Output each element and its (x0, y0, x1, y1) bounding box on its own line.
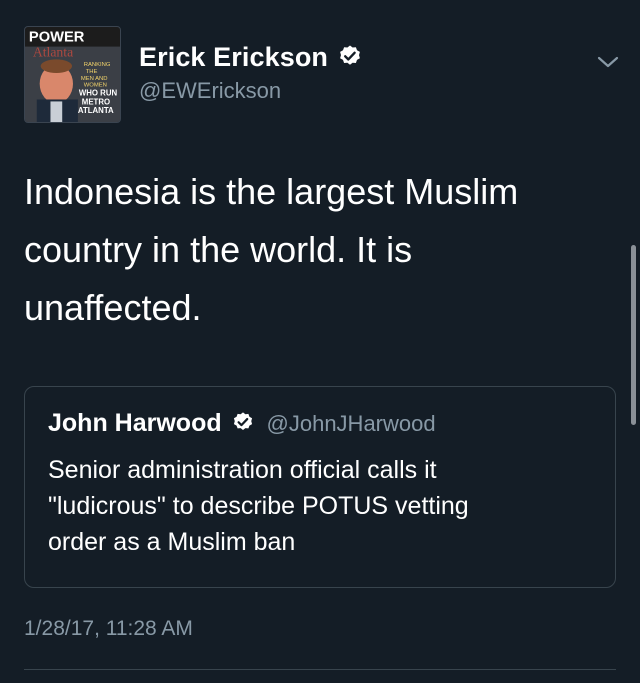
quoted-tweet-card[interactable]: John Harwood @JohnJHarwood Senior admini… (24, 386, 616, 588)
quoted-text-line: "ludicrous" to describe POTUS vetting (48, 492, 469, 520)
verified-badge-icon (233, 412, 253, 430)
scrollbar[interactable] (631, 245, 636, 425)
avatar-line-5: WHO RUN (79, 89, 118, 98)
quoted-text-line: order as a Muslim ban (48, 528, 296, 556)
author-name-row[interactable]: Erick Erickson (139, 42, 362, 73)
divider (24, 669, 616, 670)
quoted-text-line: Senior administration official calls it (48, 456, 437, 484)
avatar-line-3: MEN AND (81, 76, 108, 82)
tweet-text-line: country in the world. It is (24, 229, 413, 270)
avatar[interactable]: POWER Atlanta RANKING THE MEN AND WOMEN … (24, 26, 121, 123)
tweet-text-line: Indonesia is the largest Muslim (24, 171, 519, 212)
avatar-sub: Atlanta (33, 44, 73, 59)
chevron-down-icon[interactable] (596, 52, 620, 72)
author-display-name[interactable]: Erick Erickson (139, 42, 328, 72)
avatar-line-7: ATLANTA (78, 106, 114, 115)
tweet-text: Indonesia is the largest Muslim country … (24, 163, 604, 337)
tweet-text-line: unaffected. (24, 287, 202, 328)
tweet-detail: POWER Atlanta RANKING THE MEN AND WOMEN … (0, 0, 640, 683)
avatar-line-2: THE (86, 69, 98, 75)
verified-badge-icon (340, 45, 361, 65)
quoted-author-row: John Harwood @JohnJHarwood (48, 409, 436, 438)
author-handle[interactable]: @EWErickson (139, 78, 281, 104)
tweet-timestamp[interactable]: 1/28/17, 11:28 AM (24, 617, 193, 641)
quoted-tweet-text: Senior administration official calls it … (48, 452, 598, 560)
magazine-cover-avatar-icon: POWER Atlanta RANKING THE MEN AND WOMEN … (25, 27, 120, 122)
quoted-author-name: John Harwood (48, 409, 222, 437)
avatar-line-1: RANKING (84, 62, 111, 68)
avatar-masthead: POWER (29, 30, 85, 46)
quoted-author-handle: @JohnJHarwood (266, 410, 436, 436)
avatar-line-6: METRO (82, 97, 110, 106)
